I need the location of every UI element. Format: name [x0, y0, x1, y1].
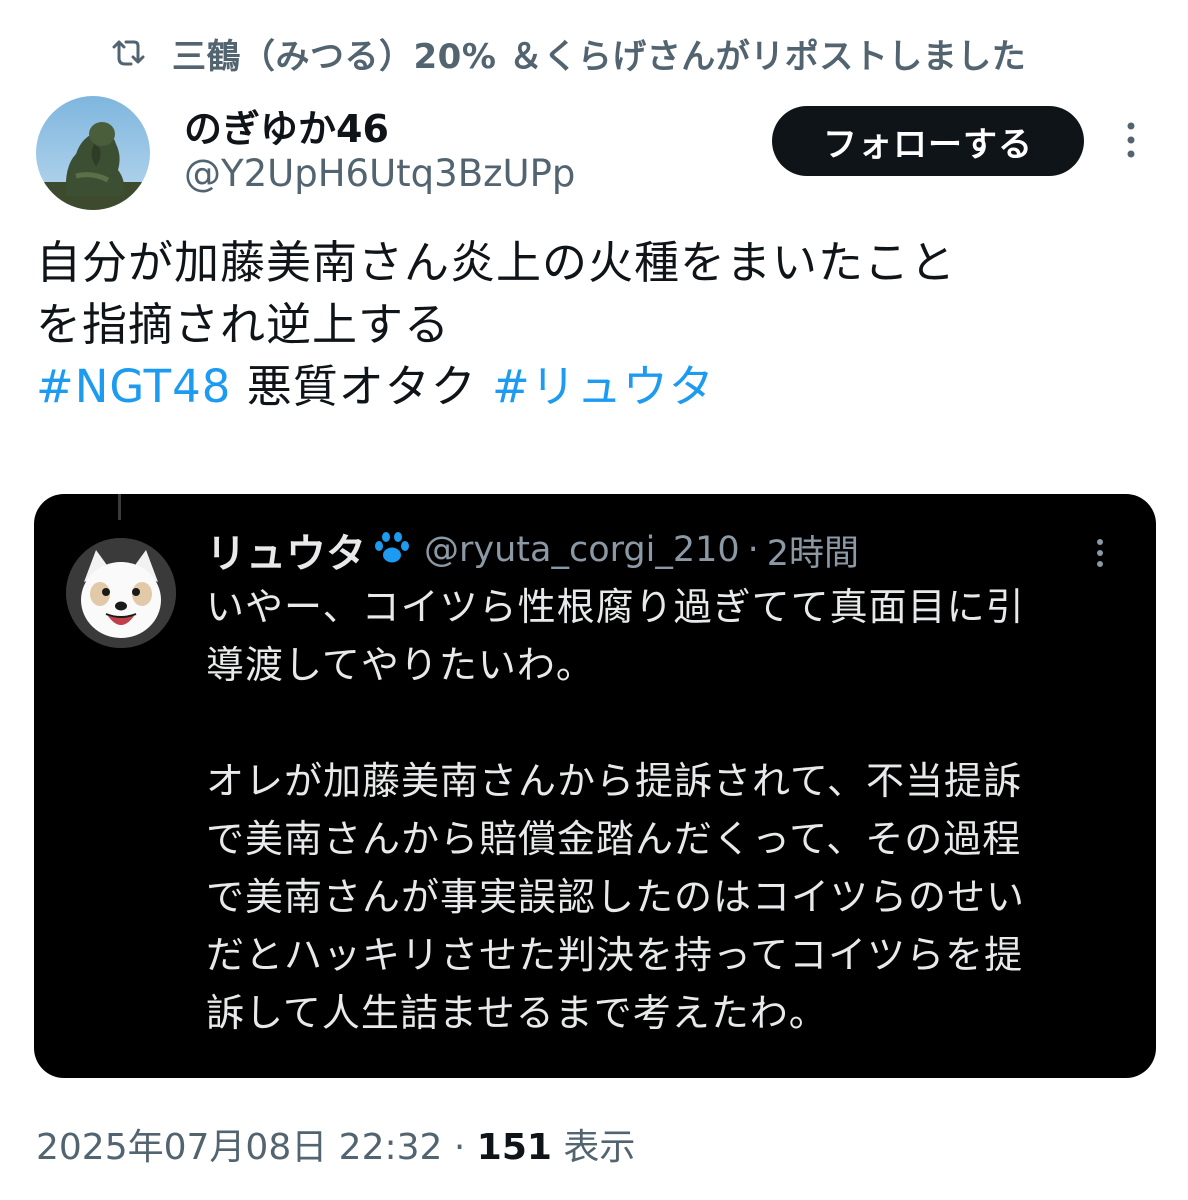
quoted-author-handle: @ryuta_corgi_210 [424, 530, 740, 570]
tweet-text: 自分が加藤美南さん炎上の火種をまいたこと を指摘され逆上する #NGT48 悪質… [36, 232, 1146, 418]
tweet-hashtag-line: #NGT48 悪質オタク #リュウタ [36, 356, 1146, 418]
more-vertical-icon[interactable] [1116, 118, 1146, 162]
statue-avatar[interactable] [36, 96, 150, 210]
follow-button[interactable]: フォローする [772, 106, 1084, 176]
author-handle[interactable]: @Y2UpH6Utq3BzUPp [184, 152, 575, 195]
tweet-line: を指摘され逆上する [36, 298, 451, 351]
quoted-time: 2時間 [766, 533, 860, 574]
repost-text[interactable]: 三鶴（みつる）20% ＆くらげさんがリポストしました [172, 29, 1026, 78]
timestamp[interactable]: 2025年07月08日 22:32 [36, 1127, 442, 1168]
meta-separator: · [442, 1127, 477, 1168]
quoted-line: で美南さんから賠償金踏んだくって、その過程 [206, 817, 1022, 861]
author-name[interactable]: のぎゆか46 [184, 98, 389, 153]
quoted-line: オレが加藤美南さんから提訴されて、不当提訴 [206, 759, 1022, 803]
quoted-header: リュウタ @ryuta_corgi_210 · 2時間 [206, 522, 859, 578]
views-count: 151 [476, 1127, 552, 1168]
repost-header: 三鶴（みつる）20% ＆くらげさんがリポストしました [112, 28, 1026, 78]
hashtag-ryuta[interactable]: #リュウタ [492, 360, 715, 413]
separator-dot: · [747, 530, 759, 570]
quoted-more-icon [1090, 536, 1110, 570]
quoted-line: で美南さんが事実誤認したのはコイツらのせい [206, 875, 1026, 919]
dog-avatar [66, 538, 176, 648]
paw-icon [372, 531, 412, 569]
hashtag-ngt48[interactable]: #NGT48 [36, 360, 231, 413]
quoted-line: 訴して人生詰ませるまで考えたわ。 [206, 991, 828, 1035]
repost-icon [112, 38, 146, 68]
thread-line [118, 494, 121, 520]
quoted-line: 導渡してやりたいわ。 [206, 643, 595, 687]
tweet-meta: 2025年07月08日 22:32 · 151 表示 [36, 1118, 635, 1170]
embedded-image[interactable]: リュウタ @ryuta_corgi_210 · 2時間 いやー、コイツら性根腐り… [34, 494, 1156, 1078]
quoted-blank-line [206, 694, 1136, 752]
views-label: 表示 [551, 1127, 636, 1168]
quoted-text: いやー、コイツら性根腐り過ぎてて真面目に引 導渡してやりたいわ。 オレが加藤美南… [206, 578, 1136, 1042]
quoted-author-name: リュウタ [206, 531, 366, 577]
quoted-line: いやー、コイツら性根腐り過ぎてて真面目に引 [206, 585, 1025, 629]
tweet-middle-text: 悪質オタク [231, 360, 492, 413]
tweet-line: 自分が加藤美南さん炎上の火種をまいたこと [36, 236, 957, 289]
quoted-line: だとハッキリさせた判決を持ってコイツらを提 [206, 933, 1024, 977]
